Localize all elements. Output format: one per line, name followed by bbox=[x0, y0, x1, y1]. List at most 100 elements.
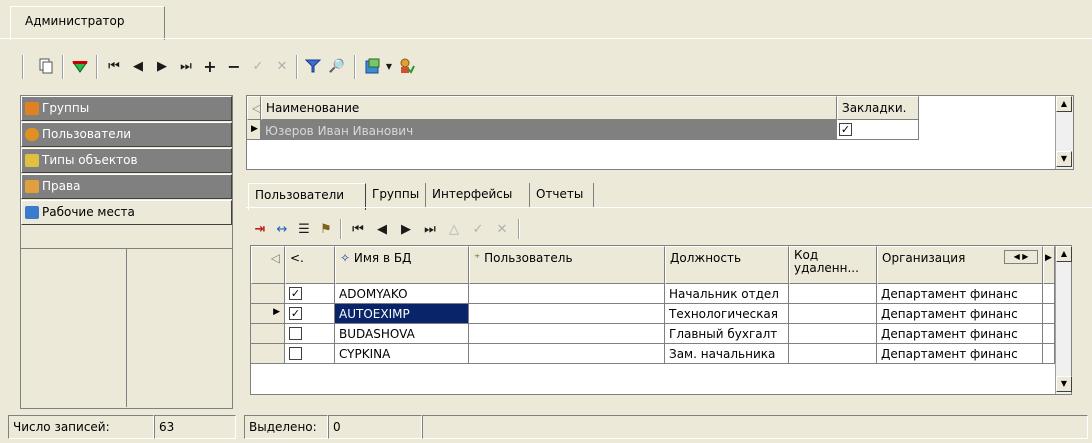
cell-user[interactable] bbox=[469, 324, 665, 344]
scroll-down-icon[interactable]: ▼ bbox=[1056, 151, 1072, 167]
column-header-code[interactable]: Код удаленн... bbox=[789, 246, 877, 284]
sidebar-item-label: Рабочие места bbox=[42, 205, 135, 219]
up-icon[interactable]: △ bbox=[444, 218, 464, 240]
column-header-user[interactable]: ⁺ Пользователь bbox=[469, 246, 665, 284]
check-cell[interactable] bbox=[285, 324, 335, 344]
checkbox[interactable]: ✓ bbox=[839, 123, 852, 136]
toolbar-separator bbox=[62, 55, 64, 79]
tab-reports[interactable]: Отчеты bbox=[530, 183, 594, 207]
cancel-icon[interactable]: ✕ bbox=[272, 52, 292, 80]
vertical-scrollbar[interactable]: ▲ ▼ bbox=[1055, 246, 1072, 394]
cell-db-name[interactable]: BUDASHOVA bbox=[335, 324, 469, 344]
checkbox[interactable] bbox=[289, 327, 302, 340]
row-indicator: ▶ bbox=[251, 304, 285, 324]
tab-administrator-label: Администратор bbox=[25, 14, 125, 28]
checkbox[interactable]: ✓ bbox=[289, 287, 302, 300]
filter-icon[interactable] bbox=[302, 52, 324, 80]
status-empty bbox=[422, 415, 1088, 439]
cell-position[interactable]: Технологическая bbox=[665, 304, 789, 324]
cell-db-name[interactable]: CYPKINA bbox=[335, 344, 469, 364]
tab-label: Интерфейсы bbox=[432, 187, 513, 201]
cell-org[interactable]: Департамент финанс bbox=[877, 344, 1043, 364]
cell-user[interactable] bbox=[469, 344, 665, 364]
cell-position[interactable]: Начальник отдел bbox=[665, 284, 789, 304]
sidebar-item-groups[interactable]: Группы bbox=[21, 96, 232, 121]
check-cell[interactable]: ✓ bbox=[285, 304, 335, 324]
first-record-icon[interactable]: ⏮ bbox=[348, 218, 368, 240]
confirm-icon[interactable]: ✓ bbox=[248, 52, 268, 80]
column-header-label: Должность bbox=[670, 251, 742, 265]
row-indicator-icon: ▶ bbox=[247, 120, 261, 140]
cell-code[interactable] bbox=[789, 344, 877, 364]
add-icon[interactable]: + bbox=[200, 52, 220, 80]
cell-org[interactable]: Департамент финанс bbox=[877, 304, 1043, 324]
column-header-org[interactable]: Организация ◀ ▶ bbox=[877, 246, 1043, 284]
scroll-up-icon[interactable]: ▲ bbox=[1056, 246, 1072, 262]
cell-user[interactable] bbox=[469, 284, 665, 304]
prev-record-icon[interactable]: ◀ bbox=[372, 218, 392, 240]
import-icon[interactable]: ⇥ bbox=[250, 218, 270, 240]
find-icon[interactable]: 🔎 bbox=[326, 52, 348, 80]
cell-code[interactable] bbox=[789, 324, 877, 344]
column-header-bookmarks[interactable]: Закладки. bbox=[837, 96, 919, 120]
status-selected-label: Выделено: bbox=[244, 415, 328, 439]
table-row-bookmarks[interactable]: ✓ bbox=[837, 120, 919, 140]
grant-icon[interactable]: ⚑ bbox=[316, 218, 336, 240]
sidebar-item-workplaces[interactable]: Рабочие места bbox=[21, 200, 232, 225]
table-row-filler bbox=[1043, 344, 1055, 364]
workplaces-icon bbox=[25, 206, 39, 219]
cell-user[interactable] bbox=[469, 304, 665, 324]
cell-db-name[interactable]: AUTOEXIMP bbox=[335, 304, 469, 324]
sidebar-item-users[interactable]: Пользователи bbox=[21, 122, 232, 147]
last-record-icon[interactable]: ⏭ bbox=[420, 218, 440, 240]
cell-db-name[interactable]: ADOMYAKO bbox=[335, 284, 469, 304]
check-cell[interactable]: ✓ bbox=[285, 284, 335, 304]
tab-groups[interactable]: Группы bbox=[366, 183, 426, 207]
dropdown-icon[interactable]: ▼ bbox=[384, 52, 394, 80]
tab-interfaces[interactable]: Интерфейсы bbox=[426, 183, 530, 207]
sidebar-item-object-types[interactable]: Типы объектов bbox=[21, 148, 232, 173]
table-row-name[interactable]: Юзеров Иван Иванович bbox=[261, 120, 837, 140]
column-header-check[interactable]: <. bbox=[285, 246, 335, 284]
prev-record-icon[interactable]: ◀ bbox=[128, 52, 148, 80]
tab-administrator[interactable]: Администратор bbox=[10, 6, 165, 40]
column-header-name[interactable]: Наименование bbox=[261, 96, 837, 120]
column-header-db-name[interactable]: ✧ Имя в БД bbox=[335, 246, 469, 284]
tab-label: Группы bbox=[372, 187, 420, 201]
status-label: Число записей: bbox=[13, 420, 110, 434]
column-scroll-icon[interactable]: ◀ ▶ bbox=[1004, 250, 1038, 264]
export-icon[interactable] bbox=[362, 52, 384, 80]
tab-users[interactable]: Пользователи bbox=[248, 183, 366, 210]
next-record-icon[interactable]: ▶ bbox=[396, 218, 416, 240]
sidebar-item-label: Права bbox=[42, 179, 81, 193]
next-record-icon[interactable]: ▶ bbox=[152, 52, 172, 80]
checkbox[interactable] bbox=[289, 347, 302, 360]
sidebar-item-rights[interactable]: Права bbox=[21, 174, 232, 199]
copy-icon[interactable] bbox=[34, 52, 58, 80]
cell-code[interactable] bbox=[789, 284, 877, 304]
vertical-scrollbar[interactable]: ▲ ▼ bbox=[1055, 96, 1073, 169]
checkbox[interactable]: ✓ bbox=[289, 307, 302, 320]
confirm-icon[interactable]: ✓ bbox=[468, 218, 488, 240]
link-icon[interactable]: ↔ bbox=[272, 218, 292, 240]
row-header-corner: ◁ bbox=[251, 246, 285, 284]
last-record-icon[interactable]: ⏭ bbox=[176, 52, 196, 80]
scroll-down-icon[interactable]: ▼ bbox=[1056, 376, 1072, 392]
cell-org[interactable]: Департамент финанс bbox=[877, 284, 1043, 304]
cell-position[interactable]: Главный бухгалт bbox=[665, 324, 789, 344]
cell-org[interactable]: Департамент финанс bbox=[877, 324, 1043, 344]
check-cell[interactable] bbox=[285, 344, 335, 364]
first-record-icon[interactable]: ⏮ bbox=[104, 52, 124, 80]
remove-icon[interactable]: − bbox=[224, 52, 244, 80]
expand-icon[interactable]: ▶ bbox=[1043, 246, 1055, 284]
toolbar-separator bbox=[296, 55, 298, 79]
cell-code[interactable] bbox=[789, 304, 877, 324]
cell-position[interactable]: Зам. начальника bbox=[665, 344, 789, 364]
column-header-position[interactable]: Должность bbox=[665, 246, 789, 284]
refresh-gem-icon[interactable] bbox=[68, 52, 92, 80]
user-action-icon[interactable] bbox=[396, 52, 418, 80]
cancel-icon[interactable]: ✕ bbox=[492, 218, 512, 240]
employees-grid: ◁ Наименование Закладки. ▶ Юзеров Иван И… bbox=[246, 95, 1074, 170]
list-icon[interactable]: ☰ bbox=[294, 218, 314, 240]
scroll-up-icon[interactable]: ▲ bbox=[1056, 96, 1072, 112]
